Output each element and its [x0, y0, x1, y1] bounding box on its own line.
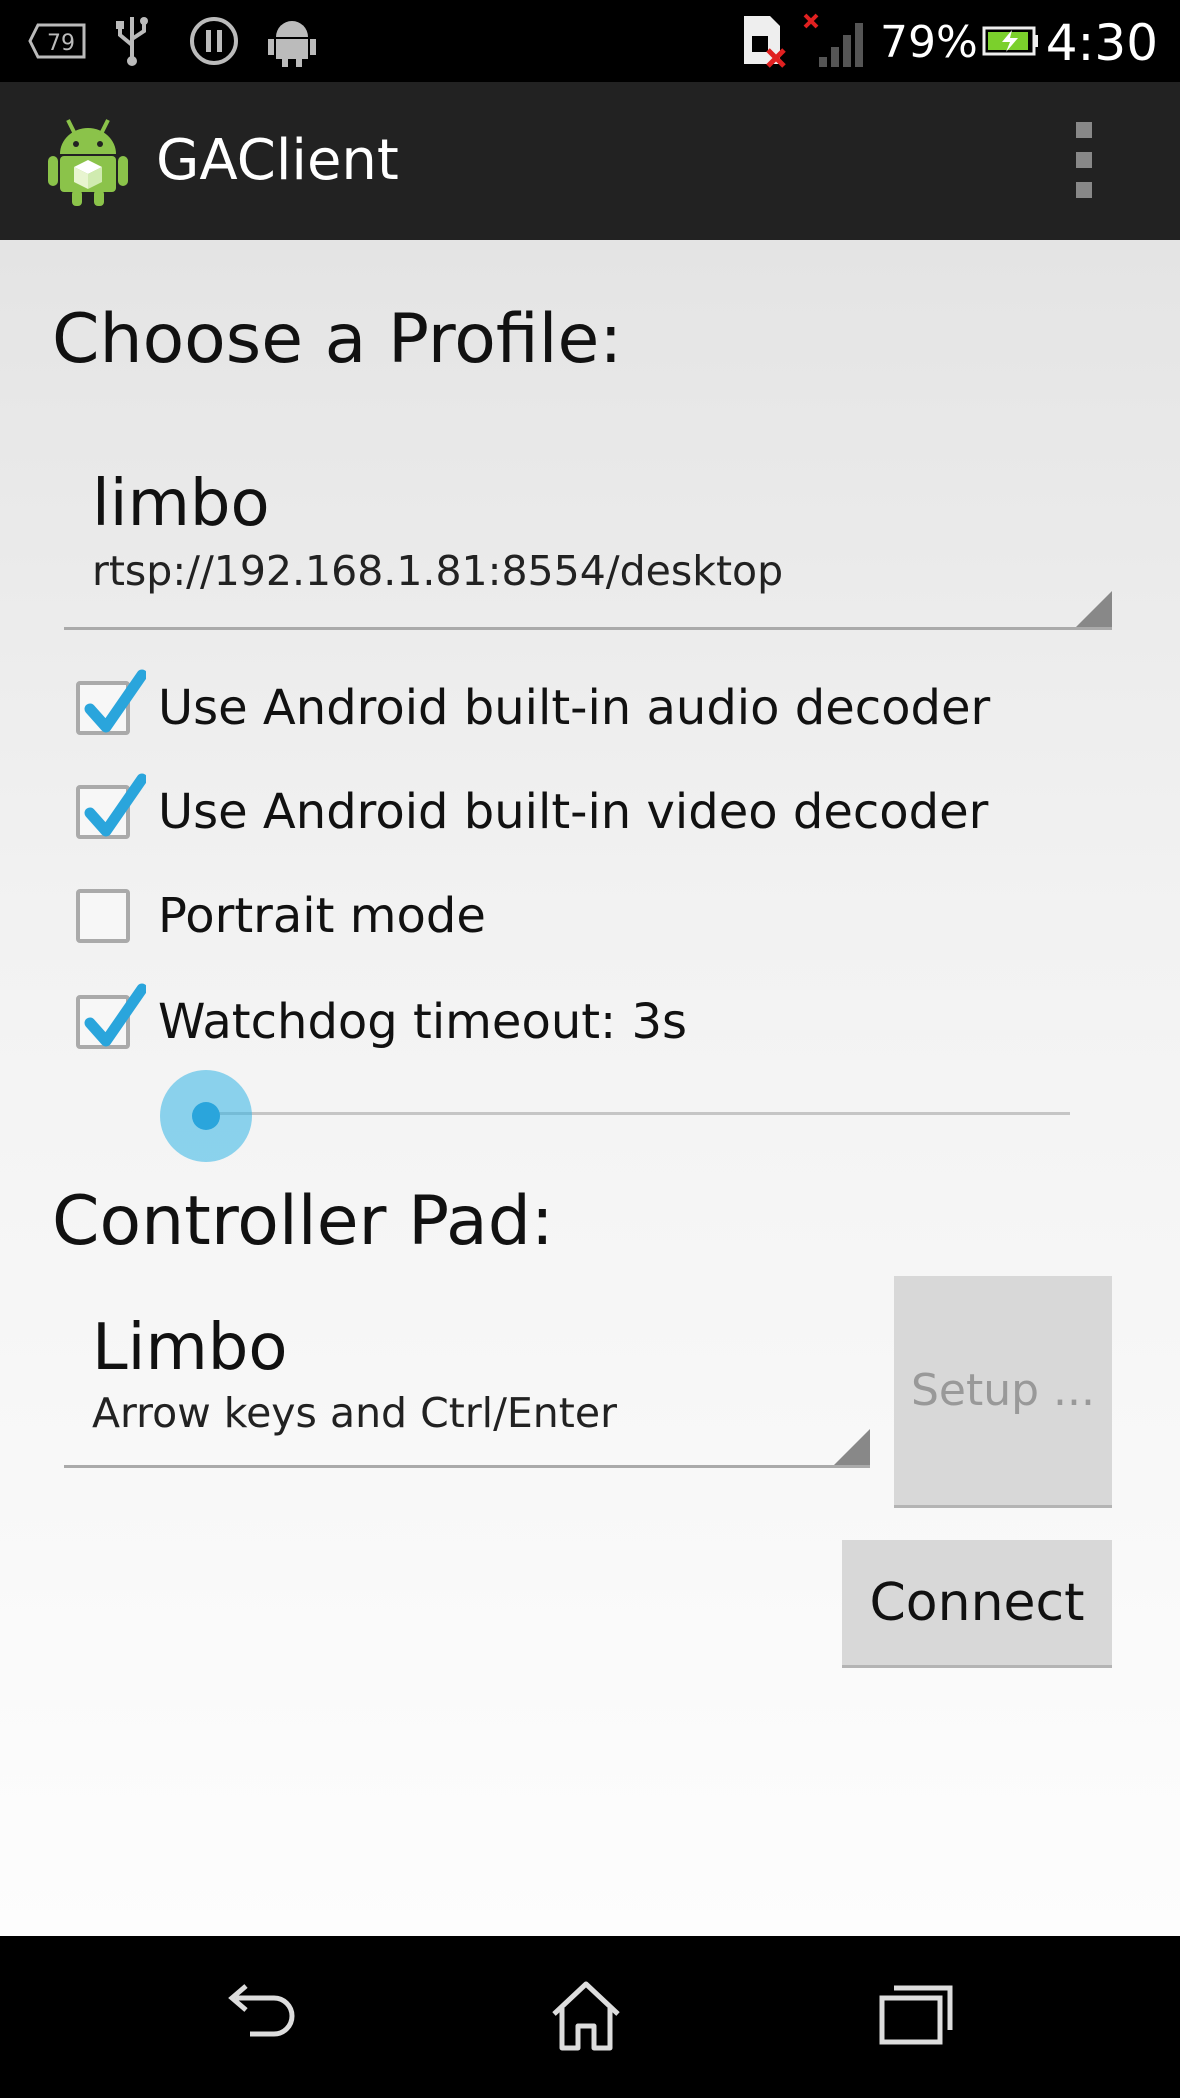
status-bar: 79 79% 4:30 — [0, 0, 1180, 82]
watchdog-slider-thumb[interactable] — [192, 1102, 220, 1130]
clock: 4:30 — [1045, 14, 1158, 72]
overflow-menu-icon[interactable] — [1070, 122, 1100, 202]
spinner-arrow-icon — [834, 1429, 870, 1465]
option-row[interactable]: Portrait mode — [76, 884, 486, 948]
watchdog-slider-track[interactable] — [206, 1112, 1070, 1115]
profile-heading: Choose a Profile: — [52, 300, 623, 379]
action-bar: GAClient — [0, 82, 1180, 240]
option-label: Portrait mode — [158, 888, 486, 944]
battery-charging-icon — [980, 12, 1042, 70]
android-debug-icon — [266, 12, 318, 70]
controller-description: Arrow keys and Ctrl/Enter — [92, 1389, 617, 1437]
home-icon[interactable] — [548, 1978, 624, 2058]
android-app-icon — [46, 112, 130, 212]
usb-icon — [110, 12, 154, 70]
no-sim-icon — [738, 12, 788, 70]
back-icon[interactable] — [222, 1978, 302, 2052]
recent-apps-icon[interactable] — [876, 1978, 956, 2052]
connect-button[interactable]: Connect — [842, 1540, 1112, 1668]
checkbox[interactable] — [76, 983, 148, 1049]
profile-name: limbo — [92, 467, 270, 541]
checkmark-icon — [84, 983, 148, 1053]
navigation-bar — [0, 1936, 1180, 2098]
setup-button[interactable]: Setup ... — [894, 1276, 1112, 1508]
option-row[interactable]: Use Android built-in audio decoder — [76, 669, 990, 740]
option-row[interactable]: Use Android built-in video decoder — [76, 773, 988, 844]
signal-no-service-icon — [800, 12, 870, 70]
checkmark-icon — [84, 773, 148, 843]
pause-icon — [186, 12, 242, 70]
checkbox[interactable] — [76, 889, 130, 943]
checkmark-icon — [84, 669, 148, 739]
notification-badge-icon: 79 — [28, 12, 88, 70]
option-label: Watchdog timeout: 3s — [158, 994, 688, 1050]
svg-text:79: 79 — [47, 31, 75, 56]
option-row[interactable]: Watchdog timeout: 3s — [76, 983, 687, 1054]
profile-spinner[interactable]: limbo rtsp://192.168.1.81:8554/desktop — [64, 426, 1112, 630]
profile-url: rtsp://192.168.1.81:8554/desktop — [92, 547, 784, 595]
checkbox[interactable] — [76, 773, 148, 839]
option-label: Use Android built-in video decoder — [158, 784, 989, 840]
controller-heading: Controller Pad: — [52, 1182, 554, 1261]
checkbox[interactable] — [76, 669, 148, 735]
main-content: Choose a Profile: limbo rtsp://192.168.1… — [0, 240, 1180, 1936]
battery-percent: 79% — [880, 17, 978, 68]
app-title: GAClient — [156, 128, 399, 193]
controller-spinner[interactable]: Limbo Arrow keys and Ctrl/Enter — [64, 1300, 870, 1468]
controller-name: Limbo — [92, 1311, 288, 1385]
spinner-arrow-icon — [1076, 591, 1112, 627]
option-label: Use Android built-in audio decoder — [158, 680, 991, 736]
